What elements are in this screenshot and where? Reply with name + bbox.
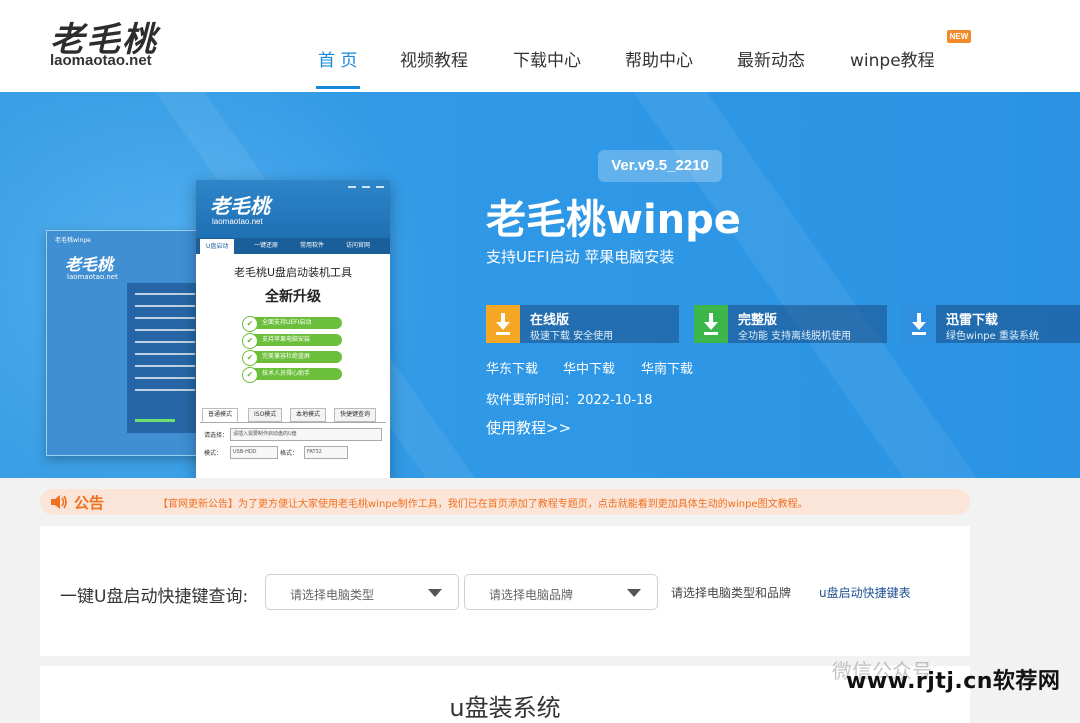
update-time: 软件更新时间：2022-10-18 [486,389,653,408]
download-name: 迅雷下载 [946,313,999,328]
download-desc: 绿色winpe 重装系统 [946,331,1039,342]
download-online-button[interactable]: 在线版 极速下载 安全使用 [486,305,679,343]
hero-banner: 老毛桃winpe 老毛桃 laomaotao.net 老毛桃 laomaotao… [0,92,1080,478]
menu-line [135,341,195,343]
app-title: 老毛桃U盘启动装机工具 [233,266,353,279]
back-window-title: 老毛桃winpe [55,237,91,244]
usb-select: 请插入需要制作启动盘的U盘 [230,428,382,441]
app-tab-usb-boot: U盘启动 [200,239,235,254]
speaker-icon [51,495,67,509]
watermark: www.rjtj.cn软荐网 [846,669,1061,694]
site-logo[interactable]: 老毛桃 laomaotao.net [50,12,180,72]
app-subtitle: 全新升级 [265,289,321,305]
new-badge: NEW [947,30,971,43]
feature-pill: 支持苹果电脑安装 [242,333,342,349]
download-south-link[interactable]: 华南下载 [641,358,693,377]
feature-pill: 完美兼容杜绝蓝屏 [242,350,342,366]
chevron-down-icon [627,589,641,597]
download-east-link[interactable]: 华东下载 [486,358,538,377]
download-name: 完整版 [738,313,778,328]
nav-video-tutorials[interactable]: 视频教程 [400,46,468,71]
computer-type-select[interactable]: 请选择电脑类型 [265,574,459,610]
site-header: 老毛桃 laomaotao.net 首 页 视频教程 下载中心 帮助中心 最新动… [0,0,1080,92]
download-icon [486,305,520,343]
announcement-bar: 公告 【官网更新公告】为了更方便让大家使用老毛桃winpe制作工具，我们已在首页… [40,489,970,515]
app-tabs: U盘启动 一键还原 常用软件 访问官网 [196,238,390,254]
hotkey-query-label: 一键U盘启动快捷键查询: [60,587,249,607]
menu-icon [348,186,356,188]
menu-line [135,377,195,379]
nav-active-indicator [316,86,360,89]
chevron-down-icon [428,589,442,597]
app-mode-tabs: 普通模式 ISO模式 本地模式 快捷键查询 [200,408,386,423]
version-badge: Ver.v9.5_2210 [598,150,722,182]
query-hint: 请选择电脑类型和品牌 [671,586,792,600]
menu-line [135,353,195,355]
download-full-button[interactable]: 完整版 全功能 支持离线脱机使用 [694,305,887,343]
menu-line [135,293,195,295]
mode-label: 模式： [204,450,223,457]
format-label: 格式： [280,450,299,457]
update-time-label: 软件更新时间： [486,393,578,408]
back-window-progress [135,419,175,422]
menu-line [135,305,195,307]
app-header: 老毛桃 laomaotao.net [196,180,390,238]
feature-pill: 技术人员得心助手 [242,367,342,383]
download-thunder-button[interactable]: 迅雷下载 绿色winpe 重装系统 [902,305,1080,343]
back-window-logo: 老毛桃 [65,255,114,274]
download-icon [694,305,728,343]
announcement-text[interactable]: 【官网更新公告】为了更方便让大家使用老毛桃winpe制作工具，我们已在首页添加了… [158,495,808,510]
download-name: 在线版 [530,313,570,328]
menu-line [135,365,195,367]
close-icon [376,186,384,188]
back-window-logo-domain: laomaotao.net [67,273,118,281]
menu-line [135,317,195,319]
nav-home[interactable]: 首 页 [318,46,357,71]
mode-tab-iso: ISO模式 [248,408,283,422]
nav-help-center[interactable]: 帮助中心 [625,46,693,71]
update-time-value: 2022-10-18 [577,393,653,408]
nav-winpe-tutorials[interactable]: winpe教程 [850,46,935,71]
minimize-icon [362,186,370,188]
hotkey-table-link[interactable]: u盘启动快捷键表 [819,584,911,601]
app-tab-website: 访问官网 [346,242,371,249]
mode-tab-normal: 普通模式 [202,408,239,422]
hero-subtitle: 支持UEFI启动 苹果电脑安装 [486,248,675,266]
app-logo-domain: laomaotao.net [212,217,263,226]
announcement-label: 公告 [74,494,105,512]
download-icon [902,305,936,343]
select-row-label: 请选择： [204,432,229,439]
computer-brand-select[interactable]: 请选择电脑品牌 [464,574,658,610]
mode-tab-hotkey: 快捷键查询 [334,408,377,422]
computer-brand-placeholder: 请选择电脑品牌 [489,588,574,602]
format-select: FAT32 [304,446,348,459]
tutorial-link[interactable]: 使用教程>> [486,417,571,438]
hero-title: 老毛桃winpe [486,197,741,243]
app-logo: 老毛桃 [210,194,270,218]
logo-domain: laomaotao.net [50,52,152,69]
mode-tab-local: 本地模式 [290,408,327,422]
nav-download-center[interactable]: 下载中心 [513,46,581,71]
hotkey-query-panel: 一键U盘启动快捷键查询: 请选择电脑类型 请选择电脑品牌 请选择电脑类型和品牌 … [40,526,970,656]
section-title: u盘装系统 [449,694,561,722]
download-central-link[interactable]: 华中下载 [563,358,615,377]
feature-pill: 全面支持UEFI启动 [242,316,342,332]
usb-install-section: u盘装系统 [40,666,970,723]
app-preview-window: 老毛桃 laomaotao.net U盘启动 一键还原 常用软件 访问官网 老毛… [196,180,390,478]
mode-select: USB-HDD [230,446,278,459]
app-tab-restore: 一键还原 [254,242,279,249]
app-preview-back-window: 老毛桃winpe 老毛桃 laomaotao.net [46,230,208,456]
app-tab-software: 常用软件 [300,242,325,249]
download-desc: 全功能 支持离线脱机使用 [738,331,852,342]
nav-latest-news[interactable]: 最新动态 [737,46,805,71]
computer-type-placeholder: 请选择电脑类型 [290,588,375,602]
menu-line [135,329,195,331]
download-desc: 极速下载 安全使用 [530,331,614,342]
menu-line [135,389,195,391]
